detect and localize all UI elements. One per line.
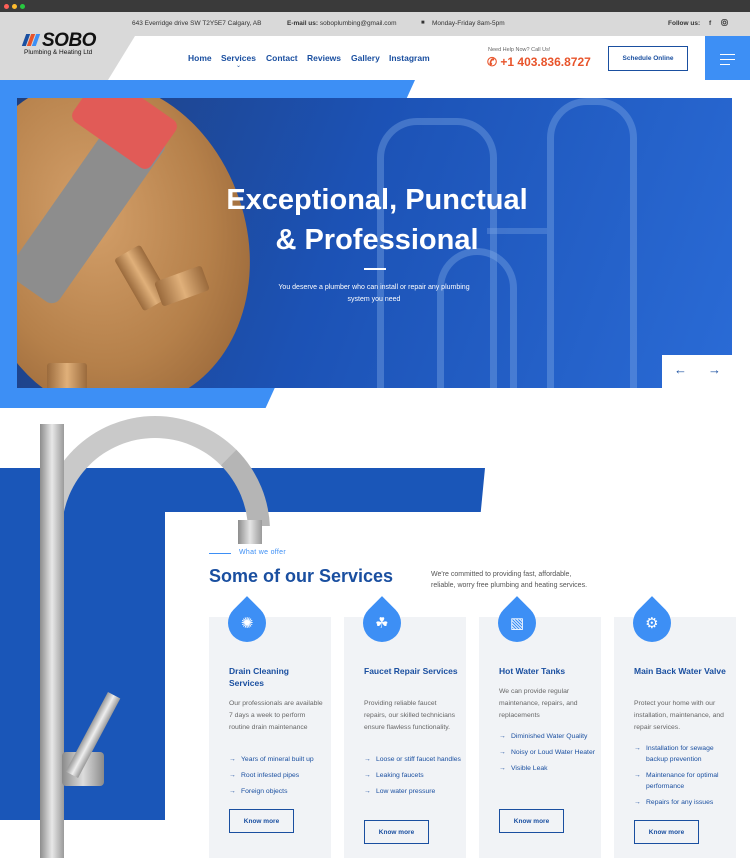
browser-chrome: [0, 0, 750, 12]
list-item: Diminished Water Quality: [499, 731, 599, 742]
list-item: Low water pressure: [364, 786, 464, 797]
list-item: Loose or stiff faucet handles: [364, 754, 464, 765]
hero-title: Exceptional, Punctual & Professional: [226, 184, 528, 256]
services-description: We're committed to providing fast, affor…: [431, 571, 588, 589]
list-item: Repairs for any issues: [634, 797, 734, 808]
service-card-backwater-valve: ⚙ Main Back Water Valve Protect your hom…: [614, 596, 736, 858]
card-text: Providing reliable faucet repairs, our s…: [364, 700, 456, 731]
top-info-bar: 643 Everridge drive SW T2Y5E7 Calgary, A…: [0, 12, 750, 36]
list-item: Years of mineral built up: [229, 754, 329, 765]
service-card-drain: ✺ Drain Cleaning Services Our profession…: [209, 596, 331, 858]
list-item: Visible Leak: [499, 763, 599, 774]
prev-arrow-icon[interactable]: ←: [674, 362, 687, 377]
card-list: Installation for sewage backup preventio…: [634, 743, 734, 813]
email-link[interactable]: soboplumbing@gmail.com: [320, 20, 397, 27]
card-text: We can provide regular maintenance, repa…: [499, 688, 578, 719]
list-item: Root infested pipes: [229, 770, 329, 781]
clock-icon: ■: [421, 20, 425, 26]
maximize-window-icon[interactable]: [20, 4, 25, 9]
hero-divider: [364, 268, 386, 270]
list-item: Maintenance for optimal performance: [634, 770, 734, 792]
hero-slider: Exceptional, Punctual & Professional You…: [17, 98, 732, 388]
card-text: Our professionals are available 7 days a…: [229, 700, 323, 731]
facebook-icon[interactable]: f: [709, 20, 711, 27]
know-more-button[interactable]: Know more: [229, 809, 294, 833]
card-title: Hot Water Tanks: [499, 666, 566, 676]
list-item: Installation for sewage backup preventio…: [634, 743, 734, 765]
schedule-online-button[interactable]: Schedule Online: [608, 46, 688, 71]
card-list: Years of mineral built up Root infested …: [229, 754, 329, 802]
logo-tagline: Plumbing & Heating Ltd: [24, 49, 93, 56]
slider-controls: ← →: [662, 355, 732, 389]
hamburger-icon: [720, 54, 735, 56]
card-title: Drain Cleaning Services: [229, 666, 289, 688]
services-title: Some of our Services: [209, 566, 394, 586]
nav-contact[interactable]: Contact: [266, 53, 298, 63]
chevron-down-icon: ⌄: [236, 63, 242, 69]
list-item: Leaking faucets: [364, 770, 464, 781]
close-window-icon[interactable]: [4, 4, 9, 9]
card-title: Faucet Repair Services: [364, 666, 458, 676]
email-label: E-mail us:: [287, 20, 319, 27]
menu-button[interactable]: [705, 36, 750, 80]
service-card-hot-water: ▧ Hot Water Tanks We can provide regular…: [479, 596, 601, 858]
list-item: Foreign objects: [229, 786, 329, 797]
phone-link[interactable]: ✆ +1 403.836.8727: [487, 55, 591, 69]
email-info: E-mail us: soboplumbing@gmail.com: [287, 20, 397, 27]
know-more-button[interactable]: Know more: [634, 820, 699, 844]
follow-label: Follow us:: [668, 20, 701, 27]
hours-text: Monday-Friday 8am-5pm: [432, 20, 505, 27]
know-more-button[interactable]: Know more: [499, 809, 564, 833]
address-text: 643 Everridge drive SW T2Y5E7 Calgary, A…: [132, 20, 262, 27]
nav-instagram[interactable]: Instagram: [389, 53, 430, 63]
know-more-button[interactable]: Know more: [364, 820, 429, 844]
nav-home[interactable]: Home: [188, 53, 212, 63]
faucet-body-image: [40, 424, 64, 858]
hero-subtitle: You deserve a plumber who can install or…: [278, 284, 470, 303]
services-eyebrow: What we offer: [239, 549, 286, 556]
next-arrow-icon[interactable]: →: [708, 362, 721, 377]
instagram-icon[interactable]: [721, 19, 728, 28]
card-title: Main Back Water Valve: [634, 666, 726, 676]
nav-reviews[interactable]: Reviews: [307, 53, 341, 63]
nav-gallery[interactable]: Gallery: [351, 53, 380, 63]
logo-stripes-icon: [21, 34, 42, 46]
card-list: Loose or stiff faucet handles Leaking fa…: [364, 754, 464, 802]
phone-icon: ✆: [487, 55, 501, 69]
card-text: Protect your home with our installation,…: [634, 700, 724, 731]
phone-number: +1 403.836.8727: [500, 55, 591, 69]
list-item: Noisy or Loud Water Heater: [499, 747, 599, 758]
faucet-spout-image: [238, 520, 262, 544]
help-text: Need Help Now? Call Us!: [488, 47, 551, 53]
card-list: Diminished Water Quality Noisy or Loud W…: [499, 731, 599, 779]
minimize-window-icon[interactable]: [12, 4, 17, 9]
service-card-faucet: ☘ Faucet Repair Services Providing relia…: [344, 596, 466, 858]
eyebrow-line: [209, 553, 231, 554]
